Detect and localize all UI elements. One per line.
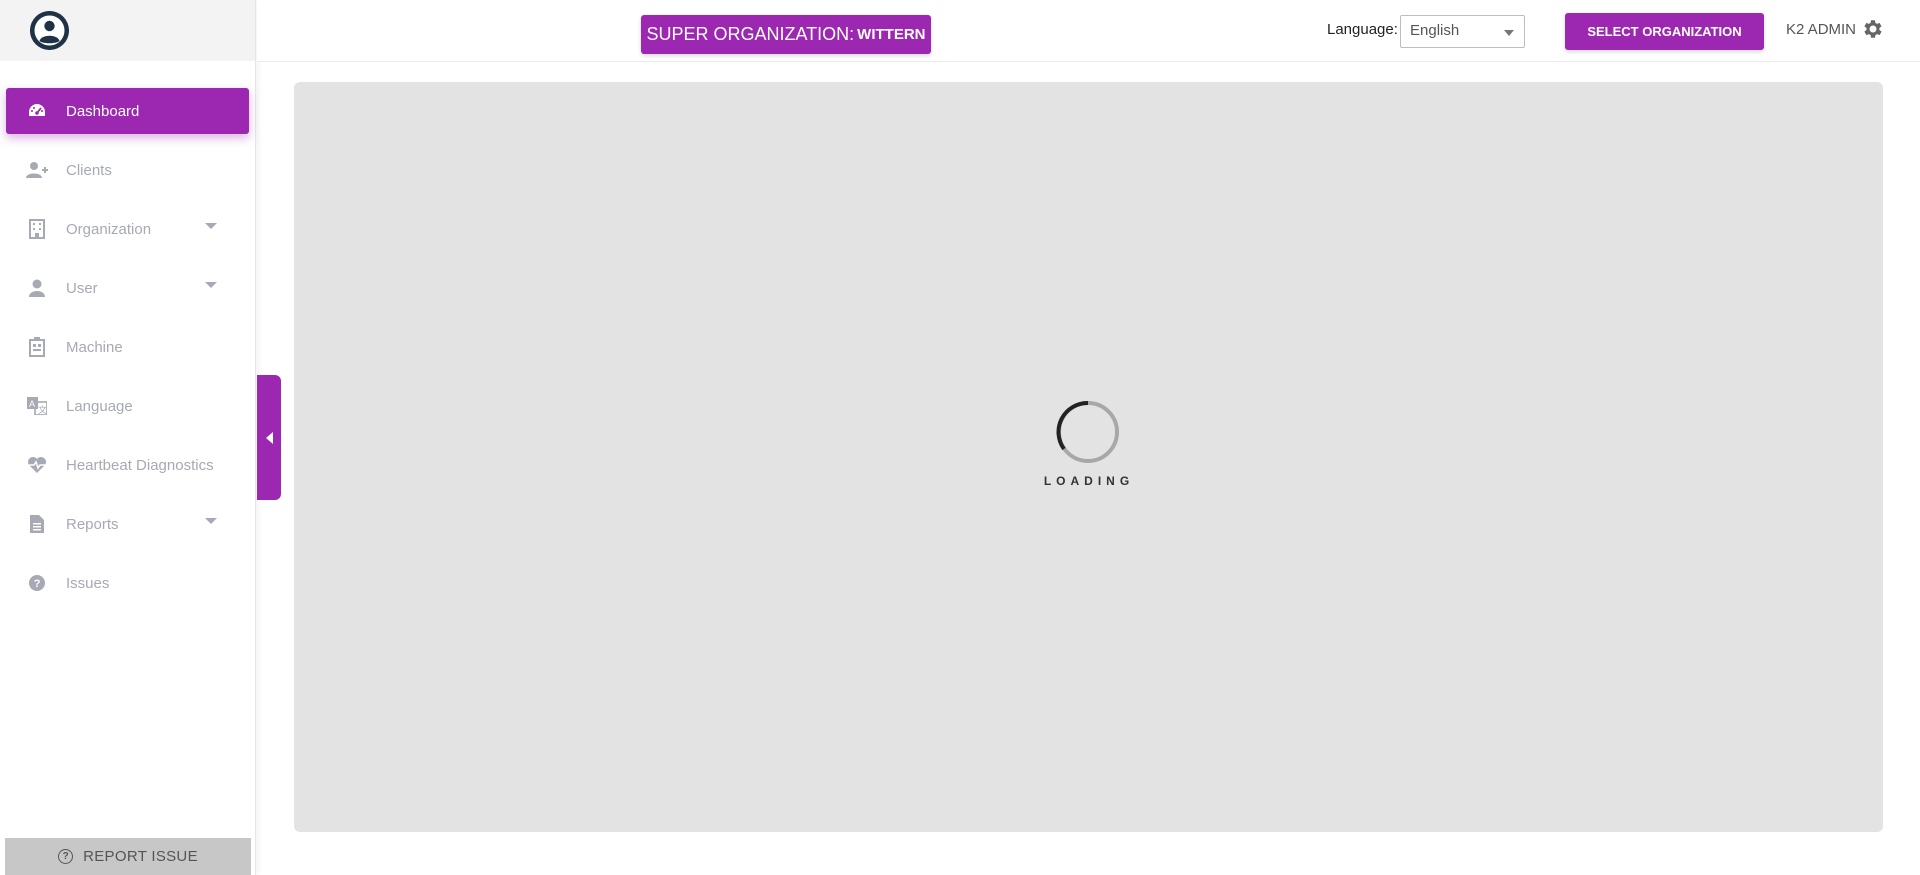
sidebar-item-heartbeat-diagnostics[interactable]: Heartbeat Diagnostics — [6, 442, 249, 488]
sidebar-item-user[interactable]: User — [6, 265, 249, 311]
sidebar-item-label: Dashboard — [66, 102, 140, 120]
select-organization-button[interactable]: SELECT ORGANIZATION — [1565, 13, 1764, 50]
language-label: Language: — [1327, 21, 1398, 38]
avatar[interactable] — [30, 11, 69, 50]
sidebar-collapse-toggle[interactable] — [257, 375, 281, 500]
svg-text:?: ? — [34, 578, 41, 590]
gear-icon[interactable] — [1861, 17, 1885, 41]
chevron-down-icon — [1504, 30, 1514, 36]
sidebar-item-label: Language — [66, 397, 133, 415]
sidebar-header — [0, 0, 255, 61]
chevron-down-icon[interactable] — [205, 223, 217, 229]
heartbeat-icon — [26, 454, 48, 476]
chevron-down-icon[interactable] — [205, 282, 217, 288]
loading-spinner-icon — [1056, 400, 1119, 463]
sidebar-nav: Dashboard Clients Organization User Mach… — [0, 88, 255, 606]
question-circle-icon: ? — [58, 849, 74, 864]
svg-text:A: A — [29, 399, 35, 409]
user-name[interactable]: K2 ADMIN — [1786, 21, 1856, 38]
sidebar-item-label: User — [66, 279, 98, 297]
sidebar-item-reports[interactable]: Reports — [6, 501, 249, 547]
svg-text:文: 文 — [38, 404, 47, 415]
building-icon — [26, 218, 48, 240]
sidebar-item-language[interactable]: A文 Language — [6, 383, 249, 429]
chevron-down-icon[interactable] — [205, 518, 217, 524]
question-circle-icon: ? — [26, 572, 48, 594]
language-select[interactable]: English — [1400, 15, 1525, 48]
sidebar-item-machine[interactable]: Machine — [6, 324, 249, 370]
translate-icon: A文 — [26, 395, 48, 417]
language-select-value: English — [1410, 22, 1460, 39]
super-organization-badge[interactable]: SUPER ORGANIZATION: WITTERN — [641, 15, 931, 54]
sidebar-item-clients[interactable]: Clients — [6, 147, 249, 193]
document-icon — [26, 513, 48, 535]
add-user-icon — [26, 159, 48, 181]
sidebar-item-label: Issues — [66, 574, 110, 592]
main-content-panel: LOADING — [294, 82, 1883, 832]
loading-text: LOADING — [1043, 474, 1135, 488]
user-icon — [26, 277, 48, 299]
report-issue-button[interactable]: ? REPORT ISSUE — [5, 838, 251, 875]
machine-icon — [26, 336, 48, 358]
sidebar-item-label: Reports — [66, 515, 119, 533]
sidebar-item-organization[interactable]: Organization — [6, 206, 249, 252]
sidebar: Dashboard Clients Organization User Mach… — [0, 0, 256, 875]
sidebar-item-label: Clients — [66, 161, 112, 179]
sidebar-item-label: Organization — [66, 220, 152, 238]
sidebar-item-issues[interactable]: ? Issues — [6, 560, 249, 606]
user-avatar-icon — [30, 11, 69, 50]
chevron-left-icon — [265, 431, 273, 444]
top-header: SUPER ORGANIZATION: WITTERN Language: En… — [257, 0, 1920, 62]
super-org-prefix: SUPER ORGANIZATION: — [646, 24, 855, 44]
sidebar-item-dashboard[interactable]: Dashboard — [6, 88, 249, 134]
report-issue-label: REPORT ISSUE — [83, 848, 198, 865]
sidebar-item-label: Machine — [66, 338, 123, 356]
super-org-name: WITTERN — [857, 26, 926, 43]
dashboard-icon — [26, 100, 48, 122]
sidebar-item-label: Heartbeat Diagnostics — [66, 456, 214, 474]
